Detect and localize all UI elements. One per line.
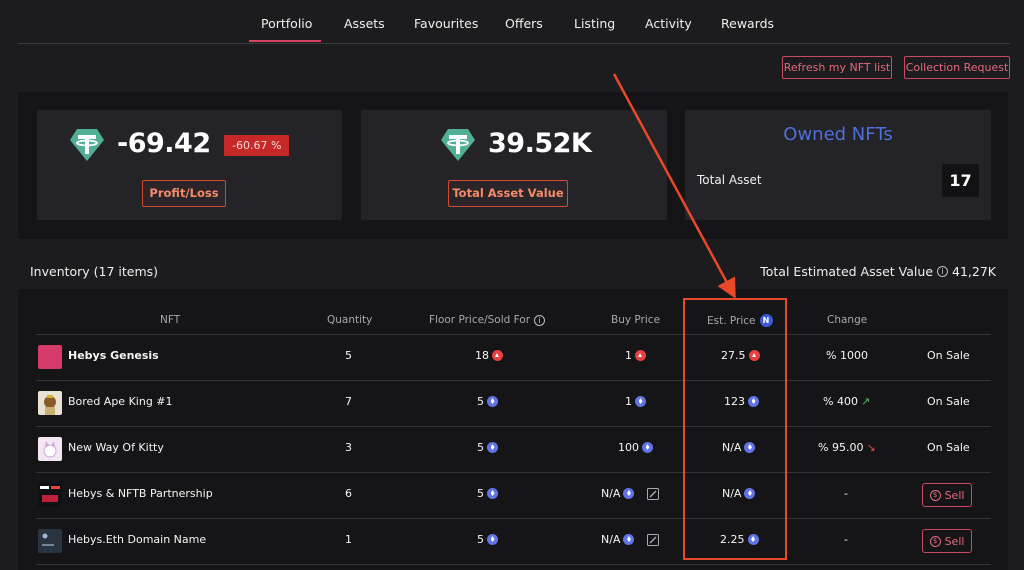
- coin-icon: $: [929, 489, 941, 501]
- profit-percent-badge: -60.67 %: [224, 135, 290, 156]
- total-asset-value-card: 39.52K Total Asset Value: [361, 110, 667, 220]
- arrow-up-icon: ↗: [860, 395, 871, 408]
- profit-loss-button[interactable]: Profit/Loss: [142, 180, 226, 207]
- buy-price: N/A: [601, 533, 660, 546]
- nft-name[interactable]: New Way Of Kitty: [68, 441, 164, 454]
- change: % 95.00 ↘: [818, 441, 876, 454]
- coin-icon: $: [929, 535, 941, 547]
- eth-icon: [487, 534, 498, 545]
- profit-value: -69.42: [117, 128, 211, 159]
- top-nav: Portfolio Assets Favourites Offers Listi…: [0, 0, 1024, 44]
- eth-icon: [487, 488, 498, 499]
- status-on-sale: On Sale: [927, 441, 970, 454]
- buy-price: N/A: [601, 487, 660, 500]
- tab-portfolio[interactable]: Portfolio: [261, 16, 312, 31]
- tab-activity[interactable]: Activity: [645, 16, 692, 31]
- table-row[interactable]: Hebys Genesis 5 18 1 27.5 % 1000 On Sale: [18, 334, 1008, 380]
- tab-active-indicator: [249, 40, 321, 42]
- eth-icon: [635, 396, 646, 407]
- header-nft: NFT: [160, 314, 181, 326]
- sell-button[interactable]: $ Sell: [922, 483, 972, 507]
- change: % 400 ↗: [823, 395, 871, 408]
- eth-icon: [487, 396, 498, 407]
- buy-price: 1: [625, 395, 646, 408]
- status-on-sale: On Sale: [927, 349, 970, 362]
- tab-favourites[interactable]: Favourites: [414, 16, 478, 31]
- nft-name[interactable]: Hebys.Eth Domain Name: [68, 533, 206, 546]
- header-buy-price: Buy Price: [611, 314, 661, 326]
- total-asset-count: 17: [942, 164, 979, 197]
- buy-price: 100: [618, 441, 653, 454]
- change: -: [844, 487, 848, 500]
- floor-price: 18: [475, 349, 503, 362]
- quantity: 5: [345, 349, 352, 362]
- nft-thumbnail: [38, 345, 62, 369]
- est-total-label: Total Estimated Asset Value: [760, 264, 934, 279]
- eth-icon: [623, 488, 635, 499]
- header-change: Change: [827, 314, 868, 326]
- tab-assets[interactable]: Assets: [344, 16, 385, 31]
- inventory-table: NFT Quantity Floor Price/Sold For i Buy …: [18, 289, 1008, 570]
- arrow-down-icon: ↘: [866, 441, 876, 454]
- header-quantity: Quantity: [327, 314, 373, 326]
- floor-price: 5: [477, 533, 498, 546]
- status-on-sale: On Sale: [927, 395, 970, 408]
- tab-listing[interactable]: Listing: [574, 16, 615, 31]
- total-asset-value: 39.52K: [488, 128, 592, 159]
- tab-rewards[interactable]: Rewards: [721, 16, 774, 31]
- eth-icon: [623, 534, 635, 545]
- floor-price: 5: [477, 395, 498, 408]
- collection-request-button[interactable]: Collection Request: [904, 56, 1010, 79]
- nft-name[interactable]: Hebys & NFTB Partnership: [68, 487, 213, 500]
- table-row[interactable]: Bored Ape King #1 7 5 1 123 % 400 ↗ On Sa…: [18, 380, 1008, 426]
- info-icon[interactable]: i: [534, 314, 546, 326]
- tether-icon: [441, 129, 475, 161]
- total-asset-label: Total Asset: [697, 173, 762, 187]
- change: -: [844, 533, 848, 546]
- refresh-nft-list-button[interactable]: Refresh my NFT list: [782, 56, 892, 79]
- nft-thumbnail: [38, 529, 62, 553]
- floor-price: 5: [477, 487, 498, 500]
- edit-icon[interactable]: [647, 487, 660, 500]
- table-row[interactable]: Hebys & NFTB Partnership 6 5 N/A N/A - $…: [18, 472, 1008, 518]
- row-divider: [36, 564, 991, 565]
- quantity: 7: [345, 395, 352, 408]
- nft-thumbnail: [38, 483, 62, 507]
- eth-icon: [487, 442, 498, 453]
- table-row[interactable]: New Way Of Kitty 3 5 100 N/A % 95.00 ↘ On…: [18, 426, 1008, 472]
- nft-thumbnail: [38, 437, 62, 461]
- owned-nfts-card: Owned NFTs Total Asset 17: [685, 110, 991, 220]
- quantity: 6: [345, 487, 352, 500]
- est-price-highlight-box: [683, 298, 787, 560]
- nft-thumbnail: [38, 391, 62, 415]
- buy-price: 1: [625, 349, 646, 362]
- tether-icon: [70, 129, 104, 161]
- nft-name[interactable]: Bored Ape King #1: [68, 395, 173, 408]
- tab-offers[interactable]: Offers: [505, 16, 543, 31]
- eth-icon: [642, 442, 653, 453]
- floor-price: 5: [477, 441, 498, 454]
- table-row[interactable]: Hebys.Eth Domain Name 1 5 N/A 2.25 - $ S…: [18, 518, 1008, 564]
- avax-icon: [492, 350, 503, 361]
- summary-panel: -69.42 -60.67 % Profit/Loss 39.52K Total…: [18, 92, 1008, 239]
- nft-name[interactable]: Hebys Genesis: [68, 349, 159, 362]
- owned-nfts-title: Owned NFTs: [783, 124, 893, 145]
- est-total-value: 41,27K: [952, 264, 996, 279]
- inventory-label: Inventory (17 items): [30, 264, 159, 279]
- quantity: 1: [345, 533, 352, 546]
- change: % 1000: [826, 349, 868, 362]
- quantity: 3: [345, 441, 352, 454]
- sell-button[interactable]: $ Sell: [922, 529, 972, 553]
- info-icon[interactable]: i: [937, 266, 949, 277]
- total-estimated-asset-value: Total Estimated Asset Value i 41,27K: [760, 264, 996, 279]
- total-asset-value-button[interactable]: Total Asset Value: [448, 180, 568, 207]
- avax-icon: [635, 350, 646, 361]
- profit-loss-card: -69.42 -60.67 % Profit/Loss: [37, 110, 342, 220]
- nav-divider: [18, 43, 1010, 44]
- header-floor-price: Floor Price/Sold For i: [429, 314, 546, 326]
- edit-icon[interactable]: [647, 533, 660, 546]
- header-floor-label: Floor Price/Sold For: [429, 314, 531, 326]
